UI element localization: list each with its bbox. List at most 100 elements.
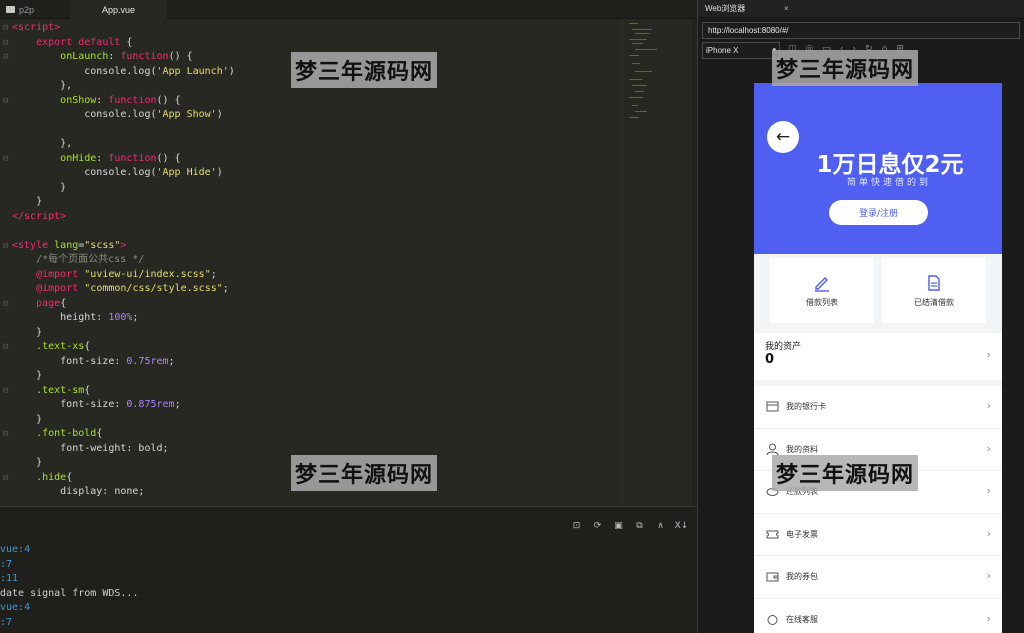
browser-tab[interactable]: Web浏览器 ×: [698, 0, 1024, 17]
code-line[interactable]: font-size: 0.875rem;: [0, 398, 630, 413]
code-line[interactable]: font-size: 0.75rem;: [0, 355, 630, 370]
close-panel-icon[interactable]: X↓: [675, 520, 689, 531]
address-bar[interactable]: http://localhost:8080/#/: [702, 22, 1020, 39]
code-line[interactable]: ⊟ .font-bold{: [0, 427, 630, 442]
fold-marker-icon[interactable]: ⊟: [3, 297, 10, 312]
console-source-link[interactable]: :7: [0, 558, 12, 572]
fold-marker-icon[interactable]: ⊟: [3, 152, 10, 167]
code-line[interactable]: console.log('App Hide'): [0, 166, 630, 181]
console-source-link[interactable]: :11: [0, 572, 18, 586]
code-text: }: [12, 370, 43, 381]
lock-icon[interactable]: ⊡: [571, 520, 582, 531]
watermark: 梦三年源码网: [772, 455, 919, 491]
minimap-line: [629, 97, 643, 98]
fold-marker-icon[interactable]: ⊟: [3, 36, 10, 51]
open-external-icon[interactable]: ⧉: [634, 520, 645, 531]
code-text: page{: [36, 297, 67, 309]
code-text: console.log('App Launch'): [12, 65, 235, 77]
minimap-line: [635, 111, 647, 112]
code-text: }: [12, 457, 43, 468]
code-text: @import "uview-ui/index.scss";: [36, 268, 217, 280]
device-select[interactable]: iPhone X ▾: [702, 42, 780, 59]
assets-value: 0: [765, 352, 775, 367]
document-icon: [925, 274, 943, 292]
code-line[interactable]: },: [0, 137, 630, 152]
browser-tab-label: Web浏览器: [705, 4, 746, 13]
code-text: <style lang="scss">: [12, 239, 127, 251]
code-line[interactable]: ⊟ <script>: [0, 21, 630, 36]
code-text: },: [12, 138, 73, 149]
loan-list-card[interactable]: 借款列表: [770, 258, 874, 323]
settled-loans-card[interactable]: 已结清借款: [882, 258, 986, 323]
editor-tab-bar: p2p App.vue: [0, 0, 697, 19]
chevron-right-icon: ›: [986, 569, 991, 582]
stop-icon[interactable]: ▣: [613, 520, 624, 531]
code-text: .hide{: [36, 471, 73, 483]
minimap-line: [632, 29, 652, 30]
code-line[interactable]: @import "common/css/style.scss";: [0, 282, 630, 297]
fold-marker-icon[interactable]: ⊟: [3, 384, 10, 399]
close-icon[interactable]: ×: [784, 0, 789, 17]
code-line[interactable]: @import "uview-ui/index.scss";: [0, 268, 630, 283]
menu-item[interactable]: 我的券包 ›: [754, 556, 1002, 599]
refresh-icon[interactable]: ⟳: [592, 520, 603, 531]
code-line[interactable]: }: [0, 195, 630, 210]
minimap-line: [635, 71, 652, 72]
code-line[interactable]: ⊟ export default {: [0, 36, 630, 51]
fold-marker-icon[interactable]: ⊟: [3, 239, 10, 254]
hero-headline: 1万日息仅2元: [816, 152, 964, 178]
fold-marker-icon[interactable]: ⊟: [3, 21, 10, 36]
minimap-line: [632, 43, 643, 44]
code-text: @import "common/css/style.scss";: [36, 283, 229, 294]
minimap[interactable]: [622, 19, 692, 506]
code-line[interactable]: [0, 224, 630, 239]
minimap-line: [629, 39, 647, 40]
menu-item-label: 在线客服: [786, 614, 818, 624]
console-source-link[interactable]: vue:4: [0, 543, 30, 557]
code-line[interactable]: ⊟ onHide: function() {: [0, 152, 630, 167]
code-line[interactable]: height: 100%;: [0, 311, 630, 326]
code-line[interactable]: }: [0, 369, 630, 384]
tab-app-vue[interactable]: App.vue: [70, 0, 167, 19]
code-text: onLaunch: function() {: [60, 51, 193, 62]
code-text: display: none;: [12, 486, 145, 497]
code-line[interactable]: </script>: [0, 210, 630, 225]
code-line[interactable]: console.log('App Show'): [0, 108, 630, 123]
console-toolbar: ⊡ ⟳ ▣ ⧉ ∧ X↓: [571, 520, 689, 531]
fold-marker-icon[interactable]: ⊟: [3, 50, 10, 65]
login-register-button[interactable]: 登录/注册: [829, 200, 928, 225]
menu-item[interactable]: 电子发票 ›: [754, 514, 1002, 556]
code-line[interactable]: ⊟ .text-sm{: [0, 384, 630, 399]
code-line[interactable]: [0, 123, 630, 138]
fold-marker-icon[interactable]: ⊟: [3, 471, 10, 486]
code-text: onShow: function() {: [60, 94, 181, 106]
tab-p2p[interactable]: p2p: [0, 0, 70, 19]
code-text: height: 100%;: [12, 312, 139, 323]
code-area[interactable]: ⊟ <script> ⊟ export default {⊟ onLaunch: f…: [0, 19, 630, 506]
console-source-link[interactable]: :7: [0, 616, 12, 630]
menu-item[interactable]: 我的银行卡 ›: [754, 386, 1002, 429]
code-line[interactable]: }: [0, 181, 630, 196]
code-line[interactable]: font-weight: bold;: [0, 442, 630, 457]
code-line[interactable]: ⊟ page{: [0, 297, 630, 312]
chevron-right-icon: ›: [986, 441, 991, 455]
chevron-up-icon[interactable]: ∧: [655, 520, 666, 531]
console-source-link[interactable]: vue:4: [0, 601, 30, 615]
code-editor: p2p App.vue ⊟ <script> ⊟ export default {⊟…: [0, 0, 697, 633]
code-line[interactable]: ⊟ <style lang="scss">: [0, 239, 630, 254]
code-text: }: [12, 413, 43, 425]
my-assets-row[interactable]: 我的资产 0 ›: [754, 333, 1002, 380]
code-text: /*每个页面公共css */: [36, 254, 145, 265]
console-panel: ⊡ ⟳ ▣ ⧉ ∧ X↓ vue:4:7:11 date signal from …: [0, 506, 697, 633]
code-line[interactable]: ⊟ onShow: function() {: [0, 94, 630, 109]
code-line[interactable]: /*每个页面公共css */: [0, 253, 630, 268]
code-line[interactable]: }: [0, 326, 630, 341]
code-line[interactable]: ⊟ .text-xs{: [0, 340, 630, 355]
fold-marker-icon[interactable]: ⊟: [3, 340, 10, 355]
menu-item[interactable]: 在线客服 ›: [754, 599, 1002, 633]
minimap-line: [629, 79, 642, 80]
code-line[interactable]: }: [0, 413, 630, 428]
fold-marker-icon[interactable]: ⊟: [3, 427, 10, 442]
code-text: }: [12, 326, 43, 338]
fold-marker-icon[interactable]: ⊟: [3, 94, 10, 109]
